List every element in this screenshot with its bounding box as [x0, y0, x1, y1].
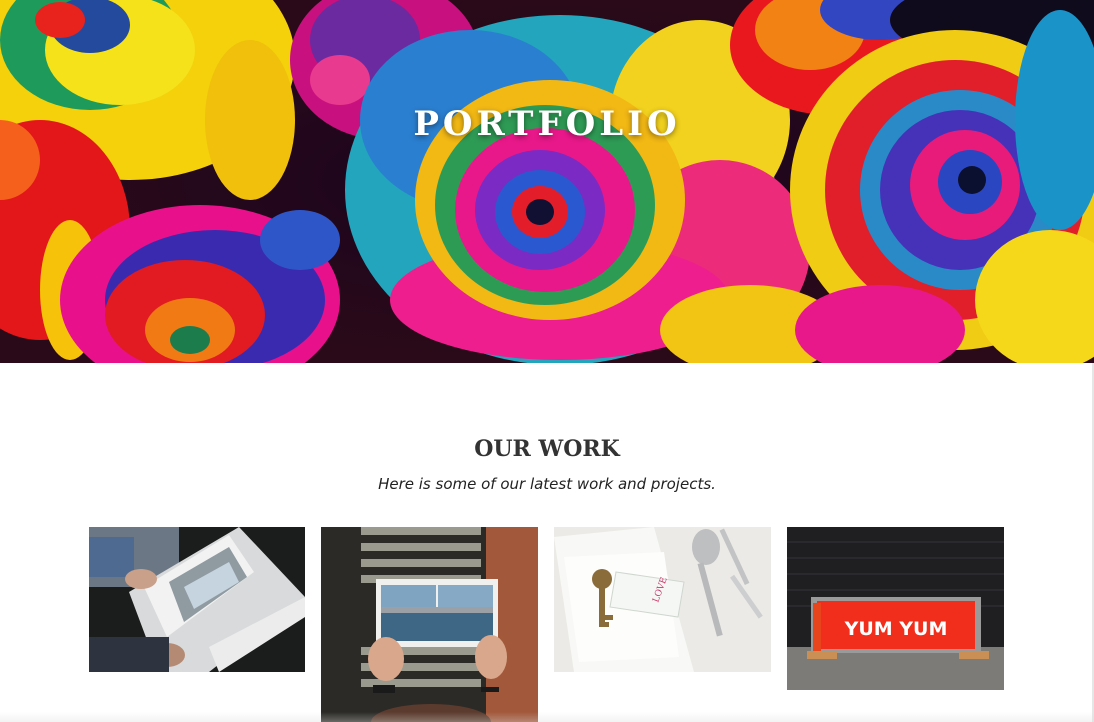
page: PORTFOLIO OUR WORK Here is some of our l…: [0, 0, 1094, 722]
yum-yum-sign-text: YUM YUM: [844, 618, 948, 640]
yum-yum-sign-image: YUM YUM: [787, 527, 1004, 690]
bottom-fade: [0, 712, 1094, 722]
work-item-book[interactable]: [89, 527, 305, 672]
photobook-image: [321, 527, 538, 722]
section-heading: OUR WORK: [474, 436, 620, 462]
book-reading-image: [89, 527, 305, 672]
work-item-yum-sign[interactable]: YUM YUM: [787, 527, 1004, 690]
hero-banner: PORTFOLIO: [0, 0, 1094, 363]
work-item-table-setting[interactable]: LOVE: [554, 527, 771, 672]
hero-title: PORTFOLIO: [413, 104, 681, 144]
work-item-photobook[interactable]: [321, 527, 538, 722]
section-subheading: Here is some of our latest work and proj…: [378, 475, 716, 493]
table-setting-image: LOVE: [554, 527, 771, 672]
hero-roses-image: [0, 0, 1094, 363]
